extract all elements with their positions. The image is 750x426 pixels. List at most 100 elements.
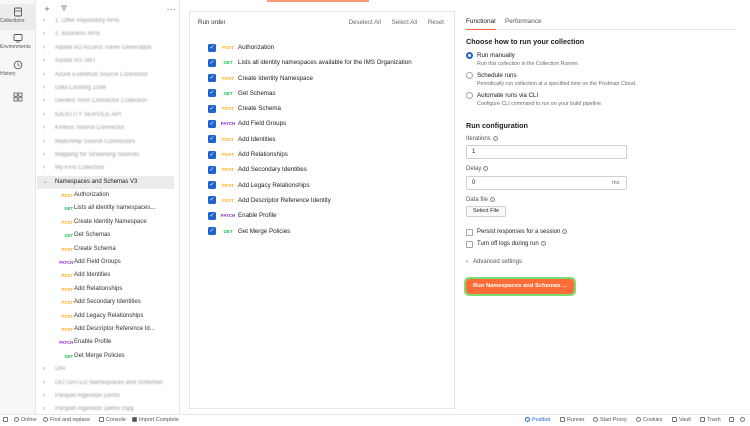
vault-button[interactable]: Vault	[672, 415, 691, 426]
collection-item[interactable]: › My First Collection	[37, 162, 174, 175]
chevron-right-icon[interactable]: ›	[43, 82, 49, 95]
trash-button[interactable]: Trash	[700, 415, 721, 426]
checkbox-checked[interactable]: ✓	[208, 150, 216, 159]
request-item[interactable]: POST Add Identities	[37, 269, 174, 282]
run-order-item[interactable]: ✓ GET Get Merge Policies	[208, 224, 448, 239]
request-item[interactable]: POST Add Descriptor Reference Id...	[37, 323, 174, 336]
run-order-item[interactable]: ✓ POST Create Schema	[208, 101, 448, 116]
request-item[interactable]: POST Add Relationships	[37, 283, 174, 296]
request-item[interactable]: PATCH Enable Profile	[37, 336, 174, 349]
run-order-item[interactable]: ✓ PATCH Enable Profile	[208, 208, 448, 223]
request-item[interactable]: GET Get Schemas	[37, 229, 174, 242]
run-order-item[interactable]: ✓ GET Lists all identity namespaces availa…	[208, 55, 448, 70]
collection-item[interactable]: › Azure Eventhub Source Connector	[37, 69, 174, 82]
collection-item[interactable]: › Kinesis Source Connector	[37, 122, 174, 135]
request-item[interactable]: POST Create Identity Namespace	[37, 216, 174, 229]
find-replace-button[interactable]: Find and replace	[43, 415, 90, 426]
checkbox-checked[interactable]: ✓	[208, 104, 216, 113]
collection-item[interactable]: › Adobe I/O JWT	[37, 55, 174, 68]
collection-item[interactable]: › Parquet Ingestion Demo copy	[37, 403, 174, 414]
chevron-right-icon[interactable]: ›	[43, 95, 49, 108]
online-status[interactable]: Online	[14, 415, 37, 426]
checkbox-checked[interactable]: ✓	[208, 43, 216, 52]
collection-item[interactable]: › OUTDATED Namespaces and Schemas	[37, 377, 174, 390]
collection-item[interactable]: › 2. Business APIs	[37, 28, 174, 41]
layout-icon[interactable]	[729, 415, 736, 426]
rail-item-environments[interactable]: Environments	[0, 30, 36, 56]
rail-item-apps[interactable]	[0, 89, 36, 115]
tab-functional[interactable]: Functional	[466, 18, 496, 30]
sidebar-toggle-icon[interactable]	[3, 415, 10, 426]
run-order-item[interactable]: ✓ POST Add Secondary Identities	[208, 162, 448, 177]
checkbox-checked[interactable]: ✓	[208, 74, 216, 83]
deselect-all-button[interactable]: Deselect All	[349, 19, 381, 26]
checkbox-checked[interactable]: ✓	[208, 165, 216, 174]
chevron-right-icon[interactable]: ›	[43, 55, 49, 68]
advanced-settings-toggle[interactable]: › Advanced settings	[466, 259, 522, 265]
more-options-icon[interactable]: ···	[166, 4, 176, 14]
checkbox-checked[interactable]: ✓	[208, 135, 216, 144]
collection-item-open[interactable]: ⌄ Namespaces and Schemas V3	[37, 175, 174, 190]
reset-button[interactable]: Reset	[428, 19, 444, 26]
run-order-item[interactable]: ✓ GET Get Schemas	[208, 86, 448, 101]
chevron-down-icon[interactable]: ⌄	[43, 176, 49, 189]
run-order-item[interactable]: ✓ POST Authorization	[208, 40, 448, 55]
persist-responses-checkbox[interactable]	[466, 229, 473, 236]
radio-automate-cli[interactable]	[466, 92, 473, 99]
collection-item[interactable]: › Adobe I/O Access Token Generation	[37, 42, 174, 55]
request-item[interactable]: POST Create Schema	[37, 243, 174, 256]
select-all-button[interactable]: Select All	[392, 19, 417, 26]
run-order-item[interactable]: ✓ POST Add Legacy Relationships	[208, 178, 448, 193]
collection-item[interactable]: › OAI	[37, 363, 174, 376]
rail-item-collections[interactable]: Collections	[0, 4, 36, 30]
chevron-right-icon[interactable]: ›	[43, 28, 49, 41]
runner-button[interactable]: Runner	[560, 415, 585, 426]
chevron-right-icon[interactable]: ›	[43, 377, 49, 390]
tab-performance[interactable]: Performance	[505, 18, 542, 25]
select-file-button[interactable]: Select File	[466, 206, 507, 217]
start-proxy-button[interactable]: Start Proxy	[593, 415, 627, 426]
checkbox-checked[interactable]: ✓	[208, 89, 216, 98]
delay-input[interactable]: 0	[466, 176, 627, 190]
chevron-right-icon[interactable]: ›	[43, 109, 49, 122]
checkbox-checked[interactable]: ✓	[208, 58, 216, 67]
add-icon[interactable]: +	[42, 4, 52, 14]
request-item[interactable]: POST Authorization	[37, 189, 174, 202]
radio-schedule-runs[interactable]	[466, 72, 473, 79]
run-order-item[interactable]: ✓ POST Create Identity Namespace	[208, 71, 448, 86]
checkbox-checked[interactable]: ✓	[208, 181, 216, 190]
radio-run-manually[interactable]	[466, 52, 473, 59]
request-item[interactable]: GET Lists all identity namespaces...	[37, 202, 174, 215]
chevron-right-icon[interactable]: ›	[43, 69, 49, 82]
collection-item[interactable]: › Data Landing Zone	[37, 82, 174, 95]
collection-item[interactable]: › IDENTITY SERVICE API	[37, 109, 174, 122]
checkbox-checked[interactable]: ✓	[208, 196, 216, 205]
turn-off-logs-checkbox[interactable]	[466, 241, 473, 248]
request-item[interactable]: PATCH Add Field Groups	[37, 256, 174, 269]
checkbox-checked[interactable]: ✓	[208, 227, 216, 236]
chevron-right-icon[interactable]: ›	[43, 363, 49, 376]
console-button[interactable]: Console	[99, 415, 126, 426]
chevron-right-icon[interactable]: ›	[43, 390, 49, 403]
chevron-right-icon[interactable]: ›	[43, 42, 49, 55]
chevron-right-icon[interactable]: ›	[43, 403, 49, 414]
collection-item[interactable]: › Mapping for Streaming Sources	[37, 149, 174, 162]
cookies-button[interactable]: Cookies	[636, 415, 662, 426]
run-order-item[interactable]: ✓ POST Add Descriptor Reference Identity	[208, 193, 448, 208]
run-order-item[interactable]: ✓ POST Add Identities	[208, 132, 448, 147]
help-icon[interactable]	[740, 415, 747, 426]
collection-item[interactable]: › Parquet Ingestion Demo	[37, 390, 174, 403]
collection-item[interactable]: › 1. Offer Repository APIs	[37, 15, 174, 28]
filter-icon[interactable]	[59, 4, 69, 14]
chevron-right-icon[interactable]: ›	[43, 162, 49, 175]
chevron-right-icon[interactable]: ›	[43, 149, 49, 162]
run-order-item[interactable]: ✓ POST Add Relationships	[208, 147, 448, 162]
request-item[interactable]: POST Add Legacy Relationships	[37, 310, 174, 323]
run-collection-button[interactable]: Run Namespaces and Schemas ...	[463, 276, 577, 297]
checkbox-checked[interactable]: ✓	[208, 119, 216, 128]
request-item[interactable]: POST Add Secondary Identities	[37, 296, 174, 309]
checkbox-checked[interactable]: ✓	[208, 211, 216, 220]
import-complete-status[interactable]: Import Complete	[132, 415, 179, 426]
collection-item[interactable]: › Mailchimp Source Connectors	[37, 136, 174, 149]
postbot-button[interactable]: Postbot	[525, 415, 550, 426]
